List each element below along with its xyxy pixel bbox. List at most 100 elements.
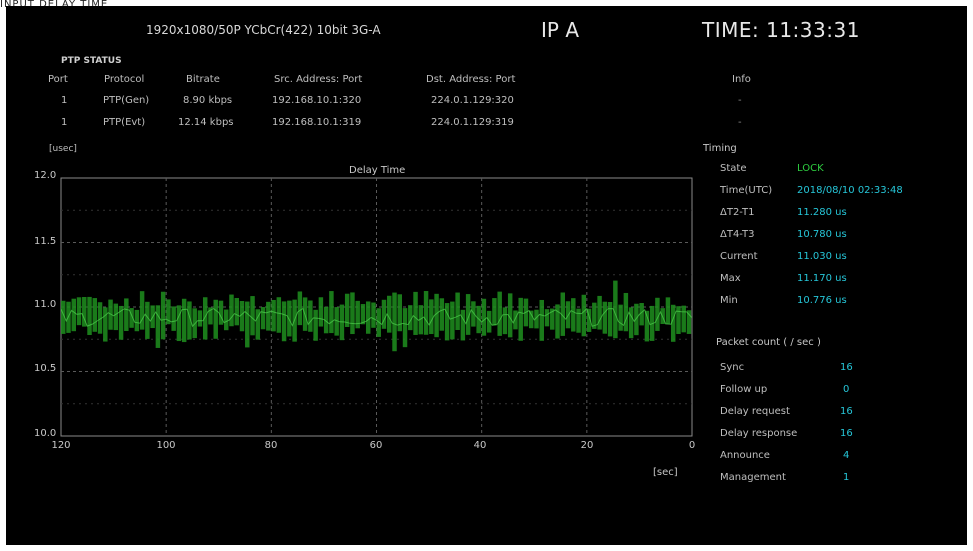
y-tick-12: 12.0 <box>34 170 57 181</box>
delay-bar <box>502 307 508 335</box>
x-tick-80: 80 <box>264 440 278 451</box>
packet-value-follow-up: 0 <box>843 384 850 395</box>
delay-bar <box>576 308 581 333</box>
delay-bar <box>365 301 371 334</box>
packet-value-management: 1 <box>843 472 850 483</box>
delay-bar <box>623 292 629 332</box>
y-tick-11-5: 11.5 <box>34 236 57 247</box>
delay-bar <box>176 305 182 342</box>
x-tick-20: 20 <box>580 440 594 451</box>
delay-bar <box>313 309 318 341</box>
delay-bar <box>234 297 239 326</box>
delay-bar <box>197 310 203 327</box>
delay-bar <box>87 296 92 335</box>
delay-bar <box>113 303 119 331</box>
measurement-screen: 1920x1080/50P YCbCr(422) 10bit 3G-A IP A… <box>6 6 967 545</box>
delay-bar <box>423 291 429 335</box>
timing-label-min: Min <box>720 295 738 306</box>
delay-bar <box>571 298 576 332</box>
delay-bar <box>308 300 313 332</box>
delay-bar <box>628 307 634 339</box>
x-tick-100: 100 <box>156 440 176 451</box>
packet-label-management: Management <box>720 472 786 483</box>
delay-bar <box>355 300 360 329</box>
delay-bar <box>134 309 140 332</box>
delay-bar <box>392 292 397 352</box>
delay-bar <box>381 299 387 329</box>
delay-bar <box>607 302 613 337</box>
delay-bar <box>245 301 250 348</box>
timing-label-max: Max <box>720 273 741 284</box>
delay-bar <box>429 299 434 335</box>
x-tick-0: 0 <box>688 440 696 451</box>
timing-title: Timing <box>703 143 737 154</box>
delay-bar <box>618 304 623 331</box>
timing-value-min: 10.776 us <box>797 295 847 306</box>
delay-bar <box>481 298 487 336</box>
packet-label-delay-response: Delay response <box>720 428 798 439</box>
delay-bar <box>581 294 587 337</box>
timing-value-t2t1: 11.280 us <box>797 207 847 218</box>
packet-count-title: Packet count ( / sec ) <box>716 337 821 348</box>
packet-label-delay-request: Delay request <box>720 406 790 417</box>
delay-bar <box>281 301 287 342</box>
delay-bar <box>528 310 534 329</box>
y-tick-11: 11.0 <box>34 299 57 310</box>
delay-bar <box>297 291 303 326</box>
packet-label-follow-up: Follow up <box>720 384 768 395</box>
delay-bar <box>460 309 466 341</box>
timing-value-time: 2018/08/10 02:33:48 <box>797 185 903 196</box>
delay-bar <box>402 308 408 348</box>
delay-bar <box>539 299 544 341</box>
delay-bar <box>287 300 292 337</box>
packet-label-announce: Announce <box>720 450 770 461</box>
packet-value-sync: 16 <box>840 362 853 373</box>
delay-bar <box>492 298 497 326</box>
packet-value-delay-request: 16 <box>840 406 853 417</box>
x-tick-60: 60 <box>369 440 383 451</box>
delay-bar <box>229 294 234 327</box>
delay-bar <box>397 294 402 332</box>
delay-bar <box>103 307 108 342</box>
delay-bar <box>602 301 608 334</box>
timing-label-time: Time(UTC) <box>720 185 773 196</box>
delay-bar <box>513 310 518 330</box>
delay-bar <box>155 305 161 348</box>
delay-bar <box>160 291 166 340</box>
x-tick-120: 120 <box>51 440 71 451</box>
timing-value-max: 11.170 us <box>797 273 847 284</box>
delay-bar <box>676 306 681 334</box>
delay-bar <box>665 297 671 324</box>
delay-bar <box>555 304 560 339</box>
packet-value-announce: 4 <box>843 450 850 461</box>
timing-value-t4t3: 10.780 us <box>797 229 847 240</box>
timing-label-current: Current <box>720 251 758 262</box>
delay-bar <box>360 304 366 325</box>
delay-bar <box>202 297 208 340</box>
packet-label-sync: Sync <box>720 362 745 373</box>
x-tick-40: 40 <box>473 440 487 451</box>
delay-bar <box>181 298 187 343</box>
delay-bar <box>450 301 455 340</box>
delay-bar <box>444 303 450 341</box>
delay-bar <box>76 297 82 326</box>
delay-bar <box>318 297 324 327</box>
delay-bar <box>350 292 355 335</box>
delay-bar <box>518 297 523 341</box>
delay-bar <box>218 300 224 325</box>
delay-bar <box>329 291 334 334</box>
delay-bar <box>250 296 255 336</box>
delay-bar <box>634 303 639 336</box>
delay-bar <box>413 291 418 335</box>
delay-bar <box>139 291 145 330</box>
delay-bar <box>271 299 276 332</box>
delay-bar <box>681 305 686 333</box>
delay-bar <box>92 298 98 332</box>
delay-bar <box>497 291 502 336</box>
delay-bar <box>371 302 376 328</box>
timing-label-t4t3: ΔT4-T3 <box>720 229 755 240</box>
x-axis-unit: [sec] <box>653 467 678 478</box>
delay-bar <box>71 298 76 332</box>
y-tick-10-5: 10.5 <box>34 363 57 374</box>
timing-value-current: 11.030 us <box>797 251 847 262</box>
